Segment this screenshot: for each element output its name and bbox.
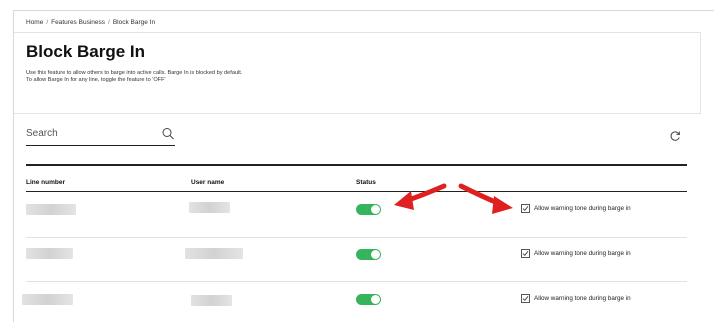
user-name-redacted	[189, 202, 230, 213]
content-panel: Home / Features Business / Block Barge In Bl…	[13, 10, 714, 322]
breadcrumb-separator: /	[46, 19, 49, 26]
toggle-knob	[371, 205, 380, 214]
breadcrumb-separator: /	[108, 19, 110, 26]
breadcrumb-home[interactable]: Home	[26, 19, 43, 26]
refresh-icon[interactable]	[669, 129, 681, 141]
status-toggle[interactable]	[356, 249, 381, 260]
column-header-status: Status	[356, 179, 376, 186]
table-top-border	[26, 164, 687, 166]
warning-tone-checkbox[interactable]	[521, 204, 530, 213]
breadcrumb: Home / Features Business / Block Barge In	[26, 19, 155, 26]
page-title: Block Barge In	[26, 42, 146, 61]
breadcrumb-features-business[interactable]: Features Business	[51, 19, 105, 26]
line-number-redacted	[26, 204, 76, 215]
table-row: Allow warning tone during barge in	[14, 194, 700, 238]
search-input[interactable]: Search	[26, 127, 175, 146]
user-name-redacted	[185, 248, 243, 259]
warning-tone-label: Allow warning tone during barge in	[534, 295, 631, 302]
search-icon[interactable]	[161, 127, 175, 141]
toggle-knob	[371, 250, 380, 259]
page-header-card: Block Barge In Use this feature to allow…	[14, 32, 701, 114]
page-description: Use this feature to allow others to barg…	[26, 70, 242, 84]
table-row: Allow warning tone during barge in	[14, 282, 700, 326]
table-row: Allow warning tone during barge in	[14, 238, 700, 282]
description-line-2: To allow Barge In for any line, toggle t…	[26, 77, 166, 83]
status-toggle[interactable]	[356, 294, 381, 305]
breadcrumb-current: Block Barge In	[112, 19, 156, 26]
warning-tone-label: Allow warning tone during barge in	[534, 205, 631, 212]
warning-tone-checkbox[interactable]	[521, 294, 530, 303]
status-toggle[interactable]	[356, 204, 381, 215]
warning-tone-checkbox[interactable]	[521, 249, 530, 258]
user-name-redacted	[191, 295, 232, 306]
line-number-redacted	[22, 294, 73, 305]
description-line-1: Use this feature to allow others to barg…	[26, 70, 243, 76]
column-header-line-number: Line number	[26, 179, 66, 186]
line-number-redacted	[26, 248, 73, 259]
column-header-user-name: User name	[191, 179, 225, 186]
toggle-knob	[371, 295, 380, 304]
table-header-divider	[26, 191, 687, 192]
warning-tone-label: Allow warning tone during barge in	[534, 250, 631, 257]
search-placeholder: Search	[26, 128, 58, 139]
